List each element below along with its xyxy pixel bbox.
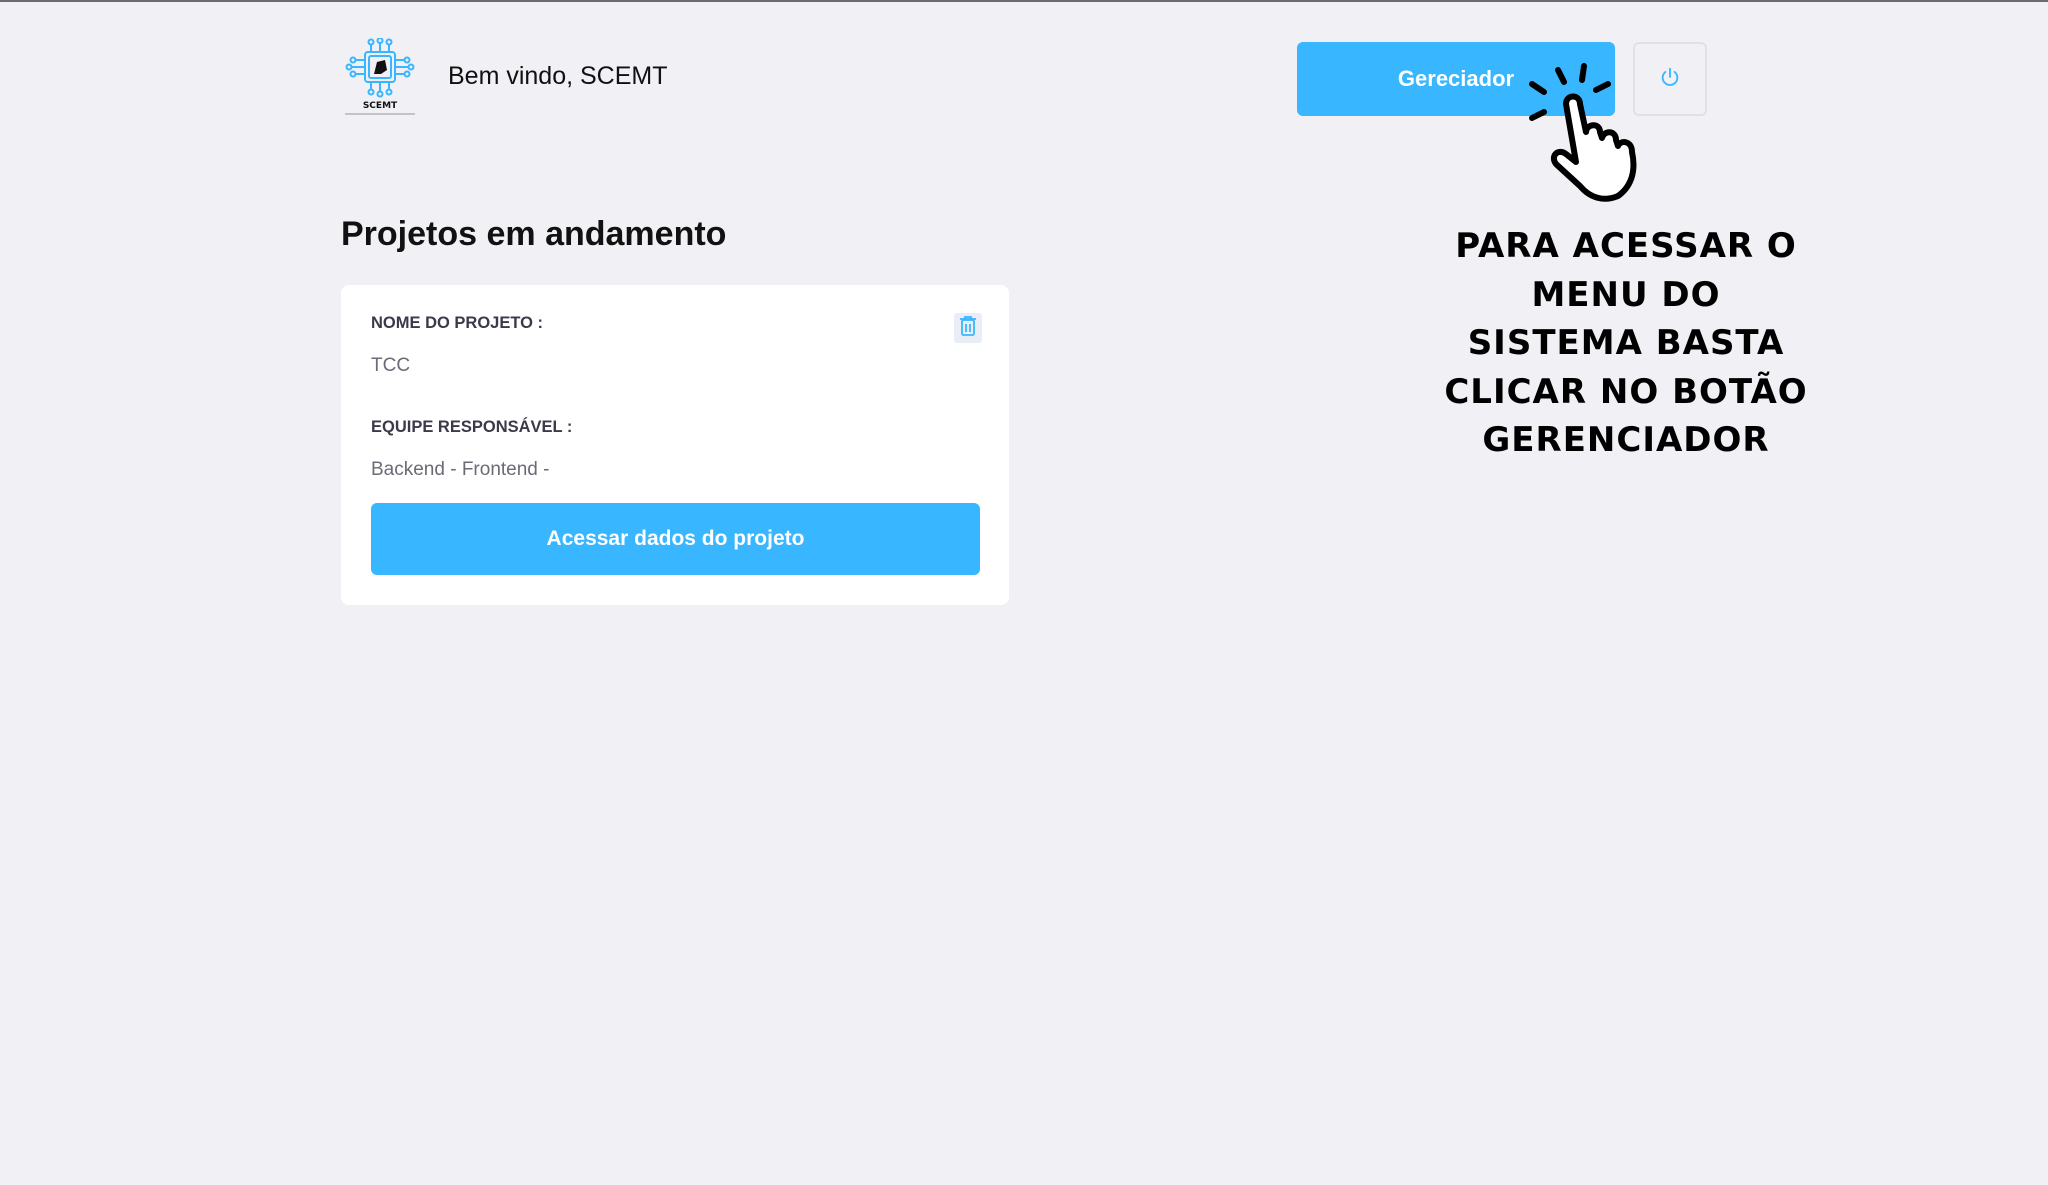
trash-icon: [959, 315, 977, 342]
project-name-label: NOME DO PROJETO :: [371, 314, 544, 332]
power-icon: [1659, 66, 1681, 93]
team-value: Backend - Frontend -: [371, 459, 550, 480]
project-name-value: TCC: [371, 355, 411, 376]
page: SCEMT Bem vindo, SCEMT Gereciador Para a…: [0, 0, 2048, 1185]
delete-project-button[interactable]: [954, 313, 982, 343]
team-label: EQUIPE RESPONSÁVEL :: [371, 418, 573, 436]
scemt-logo: SCEMT: [341, 37, 419, 116]
top-border: [0, 0, 2048, 2]
section-title: Projetos em andamento: [341, 215, 727, 253]
logout-button[interactable]: [1633, 42, 1707, 116]
manager-button[interactable]: Gereciador: [1297, 42, 1615, 116]
project-card: NOME DO PROJETO : TCC EQUIPE RESPONSÁVEL…: [341, 285, 1009, 605]
access-project-button[interactable]: Acessar dados do projeto: [371, 503, 980, 575]
welcome-text: Bem vindo, SCEMT: [448, 62, 668, 90]
instruction-text: Para acessar o menu do sistema basta cli…: [1444, 226, 1808, 460]
logo-text: SCEMT: [363, 101, 398, 111]
